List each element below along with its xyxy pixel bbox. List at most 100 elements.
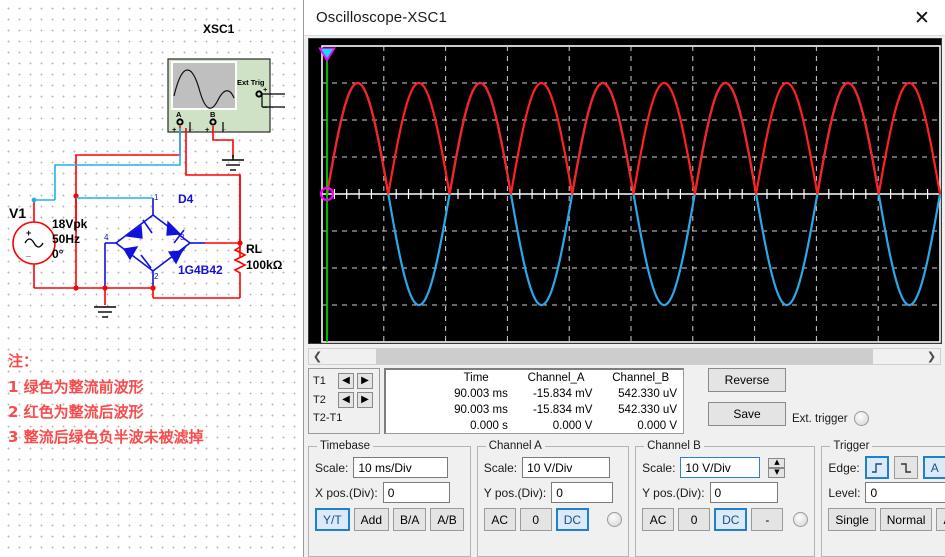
scrollbar-thumb[interactable] (376, 349, 873, 364)
scope-screen-wrapper (304, 36, 945, 344)
ext-trig-minus: _ (263, 100, 268, 109)
cursor-t2-right-button[interactable]: ▶ (357, 391, 373, 408)
cursor-t1-label: T1 (313, 374, 326, 387)
channel-a-ypos-input[interactable]: 0 (551, 482, 614, 503)
channel-b-coupling-dc[interactable]: DC (714, 508, 748, 531)
readout-header-channel-b: Channel_B (612, 372, 670, 384)
probe-b-label: B (210, 110, 216, 119)
trigger-mode-auto[interactable]: Auto (936, 508, 945, 531)
channel-a-scale-input[interactable]: 10 V/Div (522, 457, 611, 478)
scrollbar-track[interactable] (326, 349, 923, 364)
channel-b-legend: Channel B (647, 440, 701, 452)
bridge-part-number: 1G4B42 (178, 263, 223, 277)
channel-b-group: Channel B Scale: 10 V/Div ▲ ▼ Y pos.(Div… (635, 440, 816, 557)
source-phase: 0° (52, 247, 64, 261)
timebase-mode-ab[interactable]: A/B (430, 508, 464, 531)
timebase-scale-label: Scale: (315, 460, 349, 475)
scope-horizontal-scrollbar[interactable]: ❮ ❯ (308, 348, 941, 365)
probe-a-label: A (176, 110, 182, 119)
timebase-legend: Timebase (320, 440, 371, 452)
readout-t1-channel-b: 542.330 uV (618, 388, 677, 400)
cursor-t1-left-button[interactable]: ◀ (338, 372, 354, 389)
source-ref-v1: V1 (9, 205, 27, 221)
bridge-pin-4: 4 (104, 233, 109, 242)
scroll-left-arrow-icon[interactable]: ❮ (309, 349, 326, 364)
channel-b-scale-input[interactable]: 10 V/Div (680, 457, 761, 478)
trigger-mode-single[interactable]: Single (828, 508, 876, 531)
close-icon[interactable]: ✕ (899, 0, 945, 36)
probe-a-plus: + (172, 125, 177, 134)
channel-b-coupling-ac[interactable]: AC (642, 508, 675, 531)
trigger-edge-rising-icon[interactable] (864, 456, 889, 479)
note-line-2: 2 红色为整流后波形 (8, 403, 144, 421)
source-minus-sign: _ (26, 248, 32, 258)
channel-b-scale-down-icon[interactable]: ▼ (768, 467, 786, 478)
bridge-pin-1: 1 (154, 193, 159, 202)
channel-a-ypos-label: Y pos.(Div): (483, 485, 547, 500)
channel-b-coupling-gnd[interactable]: 0 (678, 508, 711, 531)
load-value: 100kΩ (246, 258, 283, 272)
readout-t1-channel-a: -15.834 mV (532, 388, 593, 400)
window-titlebar[interactable]: Oscilloscope-XSC1 ✕ (304, 0, 945, 36)
channel-a-coupling-gnd[interactable]: 0 (519, 508, 552, 531)
source-frequency: 50Hz (52, 232, 81, 246)
channel-b-invert[interactable]: - (751, 508, 784, 531)
cursor-t2-left-button[interactable]: ◀ (338, 391, 354, 408)
timebase-xpos-row: X pos.(Div): 0 (315, 480, 464, 505)
channel-a-terminal-icon[interactable] (607, 512, 623, 527)
trigger-edge-falling-icon[interactable] (893, 456, 918, 479)
cursor-t1-right-button[interactable]: ▶ (357, 372, 373, 389)
reverse-button[interactable]: Reverse (708, 368, 786, 392)
timebase-scale-input[interactable]: 10 ms/Div (353, 457, 449, 478)
side-button-group: Reverse Save Ext. trigger (708, 368, 869, 426)
timebase-group: Timebase Scale: 10 ms/Div X pos.(Div): 0… (308, 440, 471, 557)
ext-trig-label: Ext Trig (237, 78, 265, 87)
cursor-t2-label: T2 (313, 393, 326, 406)
scope-display[interactable] (308, 38, 942, 344)
channel-a-ypos-row: Y pos.(Div): 0 (484, 480, 622, 505)
channel-b-ypos-label: Y pos.(Div): (642, 485, 705, 500)
channel-a-scale-label: Scale: (483, 460, 518, 475)
readout-delta-time: 0.000 s (470, 420, 508, 432)
channel-b-ypos-input[interactable]: 0 (709, 482, 778, 503)
trigger-level-input[interactable]: 0 (865, 482, 945, 503)
window-title: Oscilloscope-XSC1 (316, 9, 447, 26)
trigger-level-row: Level: 0 (828, 480, 945, 505)
readout-header-time: Time (463, 372, 489, 384)
circuit-schematic-canvas[interactable]: XSC1 Ext Trig A B + _ + _ + _ V1 + _ 18V… (0, 0, 303, 557)
source-amplitude: 18Vpk (52, 217, 88, 231)
ext-trig-plus: + (263, 85, 268, 94)
waveform-plot-svg (309, 39, 941, 343)
bridge-pin-3: 3 (180, 233, 185, 242)
falling-edge-glyph (900, 462, 911, 473)
table-row: 90.003 ms -15.834 mV 542.330 uV (386, 386, 683, 402)
probe-b-minus: _ (222, 122, 227, 131)
trigger-legend: Trigger (833, 440, 870, 452)
scroll-right-arrow-icon[interactable]: ❯ (923, 349, 940, 364)
channel-b-scale-up-icon[interactable]: ▲ (768, 457, 786, 468)
channel-a-coupling-ac[interactable]: AC (483, 508, 516, 531)
trigger-level-label: Level: (828, 485, 861, 500)
measurement-row: T1 ◀ ▶ T2 ◀ ▶ T2-T1 Time Channel_A Chann… (304, 368, 945, 434)
bridge-pin-2: 2 (154, 272, 159, 281)
ext-trigger-label: Ext. trigger (792, 413, 848, 425)
trigger-mode-normal[interactable]: Normal (879, 508, 933, 531)
timebase-mode-yt[interactable]: Y/T (315, 508, 350, 531)
save-button[interactable]: Save (708, 402, 786, 426)
timebase-mode-ba[interactable]: B/A (393, 508, 427, 531)
timebase-xpos-input[interactable]: 0 (382, 482, 450, 503)
channel-b-ypos-row: Y pos.(Div): 0 (642, 480, 808, 505)
oscilloscope-window: Oscilloscope-XSC1 ✕ ❮ ❯ T1 ◀ ▶ T2 ◀ ▶ T2… (303, 0, 945, 557)
note-line-1: 1 绿色为整流前波形 (8, 378, 144, 396)
trigger-edge-label: Edge: (828, 460, 860, 475)
trigger-source-a[interactable]: A (922, 456, 945, 479)
control-panel: Timebase Scale: 10 ms/Div X pos.(Div): 0… (304, 434, 945, 557)
ext-trigger-terminal-icon[interactable] (853, 411, 869, 426)
rising-edge-glyph (871, 462, 882, 473)
readout-delta-channel-b: 0.000 V (637, 420, 677, 432)
channel-b-terminal-icon[interactable] (793, 512, 809, 527)
timebase-mode-add[interactable]: Add (353, 508, 390, 531)
readout-spacer (386, 370, 438, 386)
channel-b-scale-stepper[interactable]: ▲ ▼ (768, 457, 786, 478)
channel-a-coupling-dc[interactable]: DC (555, 508, 590, 531)
